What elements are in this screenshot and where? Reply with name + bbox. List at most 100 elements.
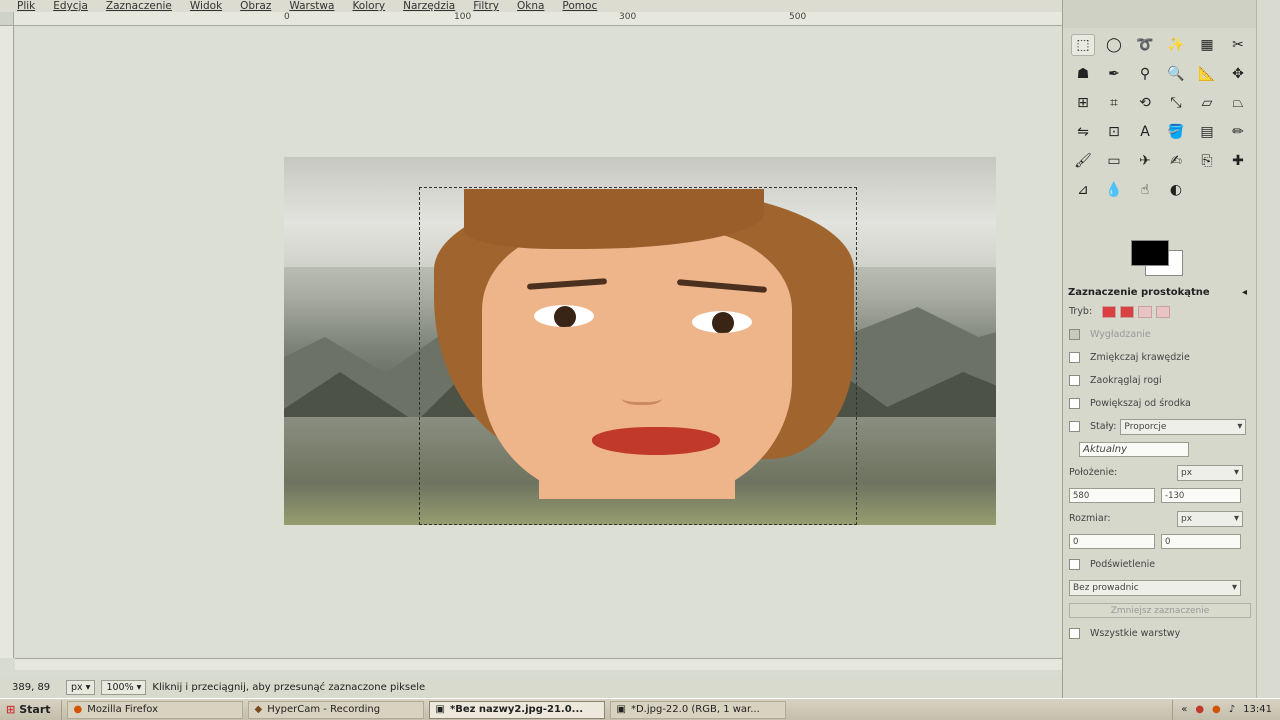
fuzzy-select-tool-icon[interactable]: ✨ [1164,34,1188,56]
shear-tool-icon[interactable]: ▱ [1195,92,1219,114]
move-tool-icon[interactable]: ✥ [1226,63,1250,85]
size-height-field[interactable]: 0 [1161,534,1241,549]
fixed-mode-value: Proporcje [1124,421,1167,432]
position-x-field[interactable]: 580 [1069,488,1155,503]
ink-tool-icon[interactable]: ✍ [1164,150,1188,172]
color-swatches[interactable] [1131,240,1191,276]
guides-select[interactable]: Bez prowadnic [1069,579,1241,596]
size-width-value: 0 [1073,536,1079,547]
free-select-tool-icon[interactable]: ➰ [1133,34,1157,56]
rect-select-tool-icon[interactable]: ⬚ [1071,34,1095,56]
volume-icon[interactable]: ♪ [1229,704,1235,715]
zoom-select[interactable]: 100% ▾ [101,679,147,695]
position-fields-row: 580 -130 [1063,484,1257,507]
menu-filtry[interactable]: Filtry [464,1,508,12]
menu-edycja[interactable]: Edycja [44,1,97,12]
rounded-corners-checkbox[interactable] [1069,375,1080,386]
start-button[interactable]: ⊞ Start [0,699,62,720]
zoom-tool-icon[interactable]: 🔍 [1164,63,1188,85]
autoshrink-label: Zmniejsz zaznaczenie [1110,605,1210,616]
eraser-tool-icon[interactable]: ▭ [1102,150,1126,172]
menu-kolory[interactable]: Kolory [343,1,394,12]
paths-tool-icon[interactable]: ✒ [1102,63,1126,85]
image-canvas[interactable] [15,27,1062,657]
mode-add-icon[interactable] [1120,305,1135,318]
unit-select[interactable]: px ▾ [66,679,96,695]
expand-center-checkbox[interactable] [1069,398,1080,409]
menu-okna[interactable]: Okna [508,1,553,12]
horizontal-scrollbar[interactable] [15,658,1062,670]
smudge-tool-icon[interactable]: ☝ [1133,179,1157,201]
tray-expand-icon[interactable]: « [1181,704,1187,715]
mode-intersect-icon[interactable] [1156,305,1171,318]
blend-tool-icon[interactable]: ▤ [1195,121,1219,143]
size-unit-value: px [1181,513,1193,524]
bucket-fill-tool-icon[interactable]: 🪣 [1164,121,1188,143]
menu-zaznaczenie[interactable]: Zaznaczenie [97,1,181,12]
airbrush-tool-icon[interactable]: ✈ [1133,150,1157,172]
feather-checkbox[interactable] [1069,352,1080,363]
dodge-burn-tool-icon[interactable]: ◐ [1164,179,1188,201]
size-unit-select[interactable]: px [1177,510,1243,527]
menu-plik[interactable]: Plik [8,1,44,12]
menu-widok[interactable]: Widok [181,1,231,12]
measure-tool-icon[interactable]: 📐 [1195,63,1219,85]
blur-tool-icon[interactable]: 💧 [1102,179,1126,201]
mode-row: Tryb: [1063,300,1257,323]
task-firefox[interactable]: ● Mozilla Firefox [66,700,243,719]
aspect-field[interactable]: Aktualny [1079,442,1189,457]
all-layers-row: Wszystkie warstwy [1063,622,1257,645]
panel-menu-icon[interactable]: ◂ [1242,287,1247,298]
scale-tool-icon[interactable]: ⤡ [1164,92,1188,114]
align-tool-icon[interactable]: ⊞ [1071,92,1095,114]
aspect-value: Aktualny [1083,444,1128,455]
firefox-tray-icon[interactable]: ● [1212,704,1221,715]
text-tool-icon[interactable]: A [1133,121,1157,143]
autoshrink-button[interactable]: Zmniejsz zaznaczenie [1069,603,1251,618]
all-layers-checkbox[interactable] [1069,628,1080,639]
fixed-row: Stały: Proporcje [1063,415,1257,438]
antialias-checkbox[interactable] [1069,329,1080,340]
foreground-color[interactable] [1131,240,1169,266]
marching-ants-selection[interactable] [419,187,857,525]
perspective-clone-tool-icon[interactable]: ⊿ [1071,179,1095,201]
expand-row: Powiększaj od środka [1063,392,1257,415]
menu-bar: Plik Edycja Zaznaczenie Widok Obraz Wars… [0,0,1062,12]
toolbox-header [1063,0,1256,28]
fixed-mode-select[interactable]: Proporcje [1120,418,1247,435]
flip-tool-icon[interactable]: ⇋ [1071,121,1095,143]
pencil-tool-icon[interactable]: ✏ [1226,121,1250,143]
record-icon[interactable]: ● [1195,704,1204,715]
color-picker-tool-icon[interactable]: ⚲ [1133,63,1157,85]
position-y-field[interactable]: -130 [1161,488,1241,503]
task-gimp-d[interactable]: ▣ *D.jpg-22.0 (RGB, 1 war... [609,700,786,719]
mode-replace-icon[interactable] [1102,305,1117,318]
hypercam-icon: ◆ [254,704,263,715]
cage-tool-icon[interactable]: ⊡ [1102,121,1126,143]
menu-narzedzia[interactable]: Narzędzia [394,1,464,12]
crop-tool-icon[interactable]: ⌗ [1102,92,1126,114]
autoshrink-row: Zmniejsz zaznaczenie [1063,599,1257,622]
right-panel-scrollbar[interactable] [1256,0,1280,700]
task-gimp-bez-nazwy2[interactable]: ▣ *Bez nazwy2.jpg-21.0... [428,700,605,719]
task-hypercam[interactable]: ◆ HyperCam - Recording [247,700,424,719]
fixed-checkbox[interactable] [1069,421,1080,432]
menu-warstwa[interactable]: Warstwa [280,1,343,12]
menu-obraz[interactable]: Obraz [231,1,280,12]
perspective-tool-icon[interactable]: ⏢ [1226,92,1250,114]
image-composite[interactable] [284,157,996,525]
ellipse-select-tool-icon[interactable]: ◯ [1102,34,1126,56]
highlight-checkbox[interactable] [1069,559,1080,570]
rotate-tool-icon[interactable]: ⟲ [1133,92,1157,114]
ruler-corner[interactable] [0,12,14,26]
foreground-select-tool-icon[interactable]: ☗ [1071,63,1095,85]
clone-tool-icon[interactable]: ⎘ [1195,150,1219,172]
mode-subtract-icon[interactable] [1138,305,1153,318]
position-unit-select[interactable]: px [1177,464,1243,481]
heal-tool-icon[interactable]: ✚ [1226,150,1250,172]
size-width-field[interactable]: 0 [1069,534,1155,549]
menu-pomoc[interactable]: Pomoc [553,1,606,12]
scissors-tool-icon[interactable]: ✂ [1226,34,1250,56]
paintbrush-tool-icon[interactable]: 🖌 [1071,150,1095,172]
color-select-tool-icon[interactable]: ▦ [1195,34,1219,56]
